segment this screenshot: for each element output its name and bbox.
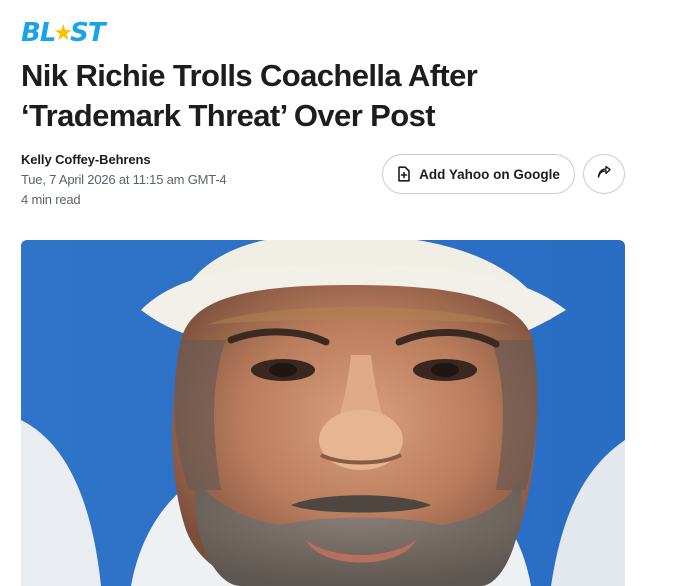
share-button[interactable] bbox=[583, 154, 625, 194]
logo-text-left: BL bbox=[21, 18, 56, 48]
add-yahoo-on-google-button[interactable]: Add Yahoo on Google bbox=[382, 154, 575, 194]
add-document-icon bbox=[397, 166, 411, 182]
share-arrow-icon bbox=[597, 165, 611, 183]
add-yahoo-on-google-label: Add Yahoo on Google bbox=[419, 166, 560, 182]
read-time: 4 min read bbox=[21, 192, 81, 207]
logo-text-right: ST bbox=[70, 18, 105, 48]
article-headline: Nik Richie Trolls Coachella After ‘Trade… bbox=[21, 58, 478, 133]
publish-date: Tue, 7 April 2026 at 11:15 am GMT-4 bbox=[21, 172, 227, 187]
selfie-photo bbox=[21, 240, 625, 586]
hero-image[interactable] bbox=[21, 240, 625, 586]
author-name[interactable]: Kelly Coffey-Behrens bbox=[21, 150, 226, 170]
byline: Kelly Coffey-Behrens Tue, 7 April 2026 a… bbox=[21, 150, 227, 210]
blast-logo[interactable]: BL ★ ST bbox=[21, 18, 106, 48]
article-page: BL ★ ST Nik Richie Trolls Coachella After … bbox=[0, 0, 680, 586]
